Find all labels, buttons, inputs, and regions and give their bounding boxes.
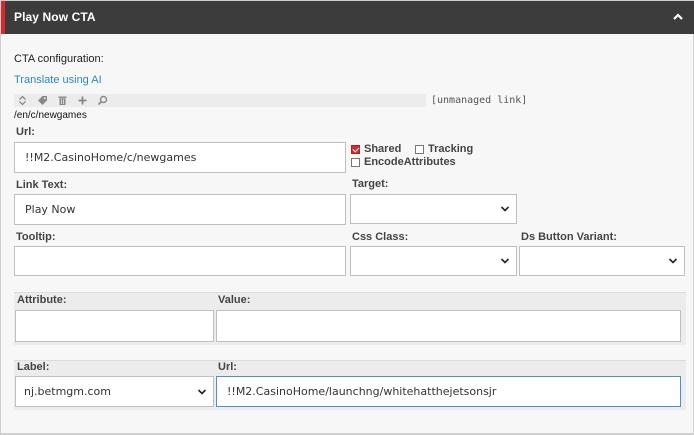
value-input[interactable] — [216, 310, 681, 342]
shared-option[interactable]: Shared — [351, 143, 401, 155]
encode-attributes-checkbox-label: EncodeAttributes — [364, 156, 456, 168]
link-text-label: Link Text: — [16, 179, 68, 191]
target-label: Target: — [352, 178, 389, 190]
url-input[interactable]: !!M2.CasinoHome/c/newgames — [14, 142, 346, 173]
value-label: Value: — [218, 294, 251, 306]
encode-attributes-checkbox[interactable] — [351, 157, 360, 167]
tracking-checkbox-label: Tracking — [428, 143, 474, 155]
encode-attributes-option[interactable]: EncodeAttributes — [351, 156, 456, 168]
panel-header[interactable]: Play Now CTA — [1, 1, 694, 34]
panel-title: Play Now CTA — [14, 10, 96, 24]
unmanaged-link-label: [unmanaged link] — [431, 95, 528, 106]
domain-label-select-value: nj.betmgm.com — [24, 385, 111, 398]
shared-checkbox-label: Shared — [364, 143, 402, 155]
chevron-down-icon — [668, 258, 678, 264]
header-accent-bar — [1, 1, 5, 34]
ds-button-variant-select[interactable] — [519, 246, 685, 276]
link-toolbar — [14, 94, 426, 107]
cta-configuration-label: CTA configuration: — [14, 53, 104, 65]
translate-link[interactable]: Translate using AI — [14, 74, 102, 86]
shared-checkbox[interactable] — [351, 144, 360, 154]
domain-url-label: Url: — [218, 361, 237, 373]
search-icon[interactable] — [97, 95, 108, 106]
tooltip-input[interactable] — [14, 246, 346, 276]
css-class-label: Css Class: — [352, 231, 409, 243]
chevron-down-icon — [500, 206, 510, 212]
chevron-down-icon — [500, 258, 510, 264]
ds-button-variant-label: Ds Button Variant: — [521, 231, 617, 243]
domain-label-select[interactable]: nj.betmgm.com — [15, 376, 214, 407]
attribute-input[interactable] — [15, 310, 214, 342]
cta-panel: Play Now CTA CTA configuration: Translat… — [0, 0, 694, 435]
chevron-up-icon[interactable] — [671, 10, 685, 24]
add-icon[interactable] — [77, 95, 88, 106]
target-select[interactable] — [350, 194, 517, 224]
attribute-label: Attribute: — [17, 294, 67, 306]
tooltip-label: Tooltip: — [16, 231, 56, 243]
link-path: /en/c/newgames — [14, 110, 87, 121]
domain-label-label: Label: — [17, 361, 50, 373]
domain-url-input[interactable]: !!M2.CasinoHome/launchng/whitehatthejets… — [216, 376, 681, 407]
chevron-down-icon — [197, 388, 207, 395]
tracking-option[interactable]: Tracking — [415, 143, 473, 155]
tracking-checkbox[interactable] — [415, 144, 424, 154]
trash-icon[interactable] — [57, 95, 68, 106]
sort-icon[interactable] — [17, 95, 28, 106]
url-label: Url: — [16, 126, 35, 138]
tag-icon[interactable] — [37, 95, 48, 106]
link-text-input[interactable]: Play Now — [14, 194, 346, 225]
css-class-select[interactable] — [350, 246, 517, 276]
